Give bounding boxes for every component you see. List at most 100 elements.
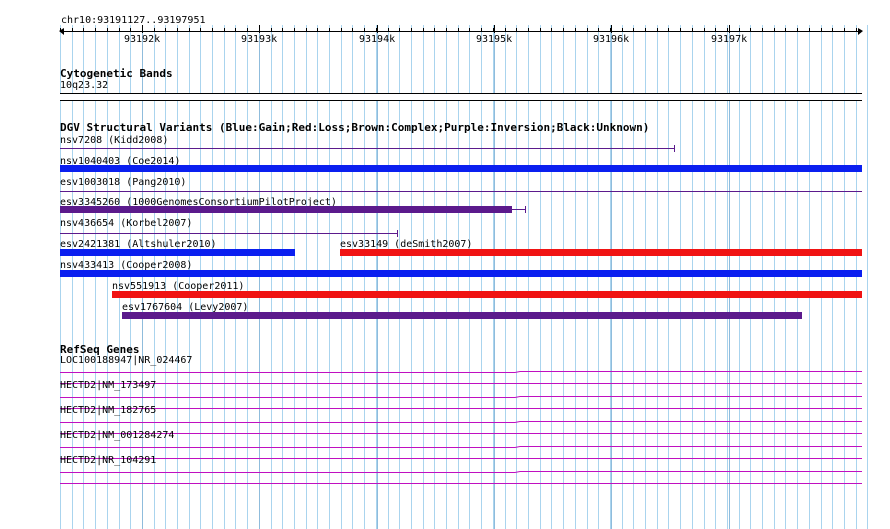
ruler-minor-tick — [516, 28, 517, 32]
ruler-minor-tick — [189, 28, 190, 32]
ruler-minor-tick — [528, 28, 529, 32]
ruler-minor-tick — [364, 28, 365, 32]
ruler-minor-tick — [750, 28, 751, 32]
ruler-minor-tick — [563, 28, 564, 32]
dgv-variant-label[interactable]: nsv436654 (Korbel2007) — [60, 218, 192, 230]
ruler-minor-tick — [165, 28, 166, 32]
ruler-major-tick — [377, 25, 378, 33]
dgv-variant-bar[interactable] — [112, 291, 862, 298]
ruler-minor-tick — [551, 28, 552, 32]
ruler-minor-tick — [411, 28, 412, 32]
ruler-minor-tick — [130, 28, 131, 32]
ruler-minor-tick — [95, 28, 96, 32]
ruler-minor-tick — [469, 28, 470, 32]
ruler-major-tick — [611, 25, 612, 33]
ruler-minor-tick — [235, 28, 236, 32]
ruler-minor-tick — [575, 28, 576, 32]
dgv-variant-end-cap — [397, 230, 398, 237]
ruler-minor-tick — [83, 28, 84, 32]
ruler-minor-tick — [809, 28, 810, 32]
ruler-minor-tick — [481, 28, 482, 32]
dgv-variant-bar[interactable] — [122, 312, 802, 319]
ruler-minor-tick — [341, 28, 342, 32]
dgv-variant-bar[interactable] — [60, 165, 862, 172]
ruler-tick-label: 93193k — [241, 34, 278, 45]
ruler-minor-tick — [434, 28, 435, 32]
ruler-minor-tick — [107, 28, 108, 32]
ruler-minor-tick — [60, 28, 61, 32]
ruler-minor-tick — [154, 28, 155, 32]
dgv-variant-label[interactable]: nsv7208 (Kidd2008) — [60, 135, 168, 147]
ruler-axis-line — [61, 31, 861, 32]
ruler[interactable]: 93192k 93193k 93194k 93195k 93196k 93197k — [59, 25, 863, 50]
ruler-minor-tick — [247, 28, 248, 32]
ruler-minor-tick — [727, 28, 728, 32]
ruler-minor-tick — [821, 28, 822, 32]
ruler-tick-label: 93197k — [711, 34, 748, 45]
ruler-minor-tick — [177, 28, 178, 32]
cytoband-bar[interactable] — [60, 93, 862, 101]
ruler-minor-tick — [645, 28, 646, 32]
ruler-minor-tick — [785, 28, 786, 32]
ruler-minor-tick — [715, 28, 716, 32]
ruler-minor-tick — [317, 28, 318, 32]
ruler-minor-tick — [306, 28, 307, 32]
dgv-variant-bar[interactable] — [60, 270, 862, 277]
ruler-minor-tick — [540, 28, 541, 32]
ruler-major-tick — [494, 25, 495, 33]
dgv-variant-line[interactable] — [60, 233, 398, 234]
ruler-right-arrow — [858, 28, 863, 35]
dgv-variant-bar[interactable] — [60, 206, 512, 213]
dgv-variant-line[interactable] — [60, 148, 675, 149]
ruler-minor-tick — [399, 28, 400, 32]
ruler-minor-tick — [388, 28, 389, 32]
ruler-minor-tick — [797, 28, 798, 32]
cytogenetic-track-title: Cytogenetic Bands — [60, 67, 173, 80]
cytoband-label[interactable]: 10q23.32 — [60, 80, 108, 92]
ruler-minor-tick — [587, 28, 588, 32]
ruler-minor-tick — [680, 28, 681, 32]
ruler-tick-label: 93196k — [593, 34, 630, 45]
ruler-minor-tick — [598, 28, 599, 32]
ruler-major-tick — [729, 25, 730, 33]
ruler-minor-tick — [282, 28, 283, 32]
ruler-minor-tick — [423, 28, 424, 32]
ruler-minor-tick — [832, 28, 833, 32]
dgv-variant-label[interactable]: esv1003018 (Pang2010) — [60, 177, 186, 189]
dgv-variant-line[interactable] — [60, 191, 862, 192]
ruler-minor-tick — [692, 28, 693, 32]
ruler-minor-tick — [739, 28, 740, 32]
ruler-minor-tick — [622, 28, 623, 32]
ruler-minor-tick — [200, 28, 201, 32]
dgv-variant-extension — [512, 209, 526, 210]
ruler-minor-tick — [294, 28, 295, 32]
dgv-track-title: DGV Structural Variants (Blue:Gain;Red:L… — [60, 121, 650, 134]
ruler-minor-tick — [774, 28, 775, 32]
ruler-minor-tick — [212, 28, 213, 32]
dgv-variant-bar[interactable] — [340, 249, 862, 256]
ruler-minor-tick — [224, 28, 225, 32]
ruler-tick-label: 93195k — [476, 34, 513, 45]
ruler-minor-tick — [352, 28, 353, 32]
ruler-minor-tick — [856, 28, 857, 32]
ruler-minor-tick — [271, 28, 272, 32]
ruler-tick-label: 93192k — [124, 34, 161, 45]
ruler-minor-tick — [657, 28, 658, 32]
dgv-variant-end-cap — [674, 145, 675, 152]
ruler-minor-tick — [844, 28, 845, 32]
ruler-minor-tick — [668, 28, 669, 32]
ruler-minor-tick — [458, 28, 459, 32]
ruler-minor-tick — [119, 28, 120, 32]
ruler-tick-label: 93194k — [359, 34, 396, 45]
refseq-gene-model[interactable] — [0, 466, 890, 486]
ruler-minor-tick — [72, 28, 73, 32]
ruler-minor-tick — [446, 28, 447, 32]
ruler-minor-tick — [704, 28, 705, 32]
ruler-minor-tick — [633, 28, 634, 32]
ruler-minor-tick — [762, 28, 763, 32]
ruler-major-tick — [259, 25, 260, 33]
dgv-variant-end-cap — [525, 206, 526, 213]
ruler-major-tick — [142, 25, 143, 33]
ruler-minor-tick — [505, 28, 506, 32]
dgv-variant-bar[interactable] — [60, 249, 295, 256]
